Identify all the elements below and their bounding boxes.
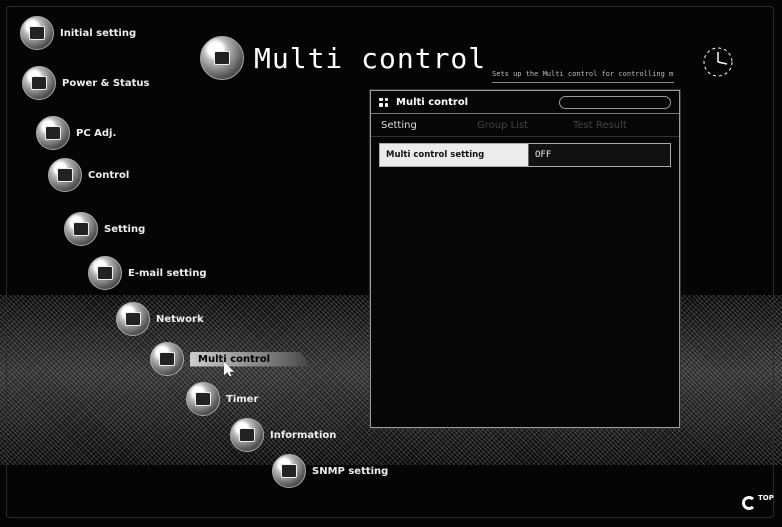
menu-label: Network — [156, 313, 204, 325]
multi-control-title-icon — [200, 36, 244, 80]
menu-information[interactable]: Information — [230, 418, 336, 452]
multi-control-select[interactable]: OFF — [528, 144, 670, 166]
pc-adj-icon — [36, 116, 70, 150]
multi-control-icon — [150, 342, 184, 376]
panel-title: Multi control — [396, 96, 469, 108]
power-status-icon — [22, 66, 56, 100]
menu-label: E-mail setting — [128, 267, 207, 279]
menu-power-status[interactable]: Power & Status — [22, 66, 149, 100]
top-link[interactable]: TOP — [742, 494, 774, 510]
top-link-label: TOP — [758, 494, 774, 502]
setting-icon — [64, 212, 98, 246]
tab-test-result[interactable]: Test Result — [573, 120, 669, 131]
page-description: Sets up the Multi control for controllin… — [492, 70, 674, 83]
multi-control-setting-row: Multi control setting OFF — [379, 143, 671, 167]
menu-control[interactable]: Control — [48, 158, 129, 192]
menu-label: SNMP setting — [312, 465, 389, 477]
menu-email-setting[interactable]: E-mail setting — [88, 256, 207, 290]
menu-setting[interactable]: Setting — [64, 212, 145, 246]
page-title: Multi control — [254, 41, 487, 75]
menu-label: Timer — [226, 393, 259, 405]
page-title-block: Multi control — [200, 36, 486, 80]
menu-label: Control — [88, 169, 130, 181]
email-icon — [88, 256, 122, 290]
setting-label: Multi control setting — [380, 144, 528, 166]
multi-control-panel: Multi control Setting Group List Test Re… — [370, 90, 680, 428]
menu-label: PC Adj. — [76, 127, 117, 139]
timer-icon — [186, 382, 220, 416]
menu-snmp-setting[interactable]: SNMP setting — [272, 454, 388, 488]
menu-label: Initial setting — [60, 27, 137, 39]
menu-label: Setting — [104, 223, 146, 235]
panel-header: Multi control — [371, 91, 679, 114]
panel-status-pill — [559, 95, 671, 109]
tab-group-list[interactable]: Group List — [477, 120, 573, 131]
menu-network[interactable]: Network — [116, 302, 204, 336]
menu-label: Information — [270, 429, 337, 441]
tab-setting[interactable]: Setting — [381, 120, 477, 131]
menu-timer[interactable]: Timer — [186, 382, 258, 416]
menu-pc-adj[interactable]: PC Adj. — [36, 116, 116, 150]
refresh-arrow-icon — [742, 496, 756, 510]
menu-initial-setting[interactable]: Initial setting — [20, 16, 136, 50]
menu-label: Multi control — [190, 351, 311, 367]
menu-label: Power & Status — [62, 77, 150, 89]
snmp-icon — [272, 454, 306, 488]
grid-icon — [379, 97, 388, 107]
control-icon — [48, 158, 82, 192]
network-icon — [116, 302, 150, 336]
panel-tabs: Setting Group List Test Result — [371, 114, 679, 137]
clock-icon — [703, 47, 733, 77]
initial-setting-icon — [20, 16, 54, 50]
information-icon — [230, 418, 264, 452]
